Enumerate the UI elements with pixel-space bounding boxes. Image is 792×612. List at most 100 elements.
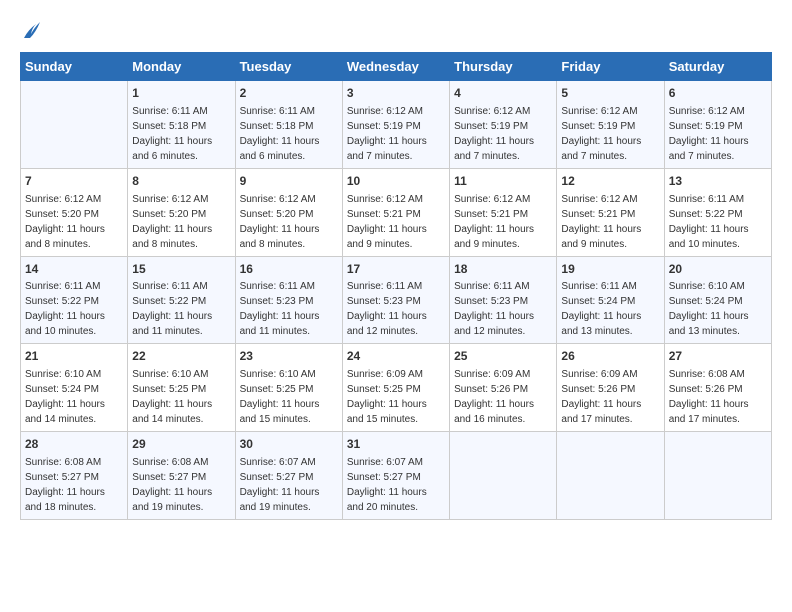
calendar-cell: 10 Sunrise: 6:12 AMSunset: 5:21 PMDayligh… (342, 168, 449, 256)
logo-text (20, 20, 40, 42)
day-info: Sunrise: 6:10 AMSunset: 5:25 PMDaylight:… (132, 369, 212, 425)
calendar-cell: 8 Sunrise: 6:12 AMSunset: 5:20 PMDaylight… (128, 168, 235, 256)
day-info: Sunrise: 6:11 AMSunset: 5:23 PMDaylight:… (240, 281, 320, 337)
day-number: 30 (240, 436, 338, 453)
calendar-cell: 26 Sunrise: 6:09 AMSunset: 5:26 PMDayligh… (557, 344, 664, 432)
day-info: Sunrise: 6:11 AMSunset: 5:18 PMDaylight:… (240, 106, 320, 162)
day-info: Sunrise: 6:12 AMSunset: 5:21 PMDaylight:… (561, 194, 641, 250)
day-info: Sunrise: 6:11 AMSunset: 5:24 PMDaylight:… (561, 281, 641, 337)
day-info: Sunrise: 6:12 AMSunset: 5:20 PMDaylight:… (132, 194, 212, 250)
calendar-cell: 6 Sunrise: 6:12 AMSunset: 5:19 PMDaylight… (664, 81, 771, 169)
day-number: 7 (25, 173, 123, 190)
calendar-cell (21, 81, 128, 169)
day-number: 3 (347, 85, 445, 102)
calendar-cell: 28Sunrise: 6:08 AMSunset: 5:27 PMDayligh… (21, 432, 128, 520)
day-info: Sunrise: 6:07 AMSunset: 5:27 PMDaylight:… (347, 457, 427, 513)
day-number: 17 (347, 261, 445, 278)
calendar-cell: 27 Sunrise: 6:08 AMSunset: 5:26 PMDayligh… (664, 344, 771, 432)
weekday-header: Monday (128, 53, 235, 81)
day-info: Sunrise: 6:09 AMSunset: 5:26 PMDaylight:… (561, 369, 641, 425)
day-info: Sunrise: 6:10 AMSunset: 5:24 PMDaylight:… (669, 281, 749, 337)
calendar-cell (664, 432, 771, 520)
calendar-cell: 5 Sunrise: 6:12 AMSunset: 5:19 PMDaylight… (557, 81, 664, 169)
day-info: Sunrise: 6:11 AMSunset: 5:23 PMDaylight:… (347, 281, 427, 337)
calendar-cell: 20Sunrise: 6:10 AMSunset: 5:24 PMDayligh… (664, 256, 771, 344)
day-number: 12 (561, 173, 659, 190)
day-info: Sunrise: 6:11 AMSunset: 5:18 PMDaylight:… (132, 106, 212, 162)
day-number: 22 (132, 348, 230, 365)
day-number: 16 (240, 261, 338, 278)
day-number: 4 (454, 85, 552, 102)
day-number: 24 (347, 348, 445, 365)
day-number: 27 (669, 348, 767, 365)
calendar-cell: 9 Sunrise: 6:12 AMSunset: 5:20 PMDaylight… (235, 168, 342, 256)
day-info: Sunrise: 6:12 AMSunset: 5:21 PMDaylight:… (454, 194, 534, 250)
calendar-cell: 24Sunrise: 6:09 AMSunset: 5:25 PMDayligh… (342, 344, 449, 432)
day-number: 14 (25, 261, 123, 278)
calendar-cell: 16 Sunrise: 6:11 AMSunset: 5:23 PMDayligh… (235, 256, 342, 344)
calendar-cell: 17 Sunrise: 6:11 AMSunset: 5:23 PMDayligh… (342, 256, 449, 344)
day-number: 9 (240, 173, 338, 190)
calendar-cell: 31Sunrise: 6:07 AMSunset: 5:27 PMDayligh… (342, 432, 449, 520)
calendar-cell: 25Sunrise: 6:09 AMSunset: 5:26 PMDayligh… (450, 344, 557, 432)
calendar-cell: 13 Sunrise: 6:11 AMSunset: 5:22 PMDayligh… (664, 168, 771, 256)
day-info: Sunrise: 6:12 AMSunset: 5:19 PMDaylight:… (669, 106, 749, 162)
day-number: 25 (454, 348, 552, 365)
day-info: Sunrise: 6:12 AMSunset: 5:21 PMDaylight:… (347, 194, 427, 250)
day-info: Sunrise: 6:08 AMSunset: 5:27 PMDaylight:… (25, 457, 105, 513)
day-info: Sunrise: 6:12 AMSunset: 5:19 PMDaylight:… (454, 106, 534, 162)
day-number: 1 (132, 85, 230, 102)
day-number: 5 (561, 85, 659, 102)
calendar-cell: 30 Sunrise: 6:07 AMSunset: 5:27 PMDayligh… (235, 432, 342, 520)
calendar-cell: 22 Sunrise: 6:10 AMSunset: 5:25 PMDayligh… (128, 344, 235, 432)
day-number: 13 (669, 173, 767, 190)
day-number: 21 (25, 348, 123, 365)
calendar-cell: 18 Sunrise: 6:11 AMSunset: 5:23 PMDayligh… (450, 256, 557, 344)
day-number: 18 (454, 261, 552, 278)
day-number: 23 (240, 348, 338, 365)
day-info: Sunrise: 6:12 AMSunset: 5:20 PMDaylight:… (25, 194, 105, 250)
day-info: Sunrise: 6:10 AMSunset: 5:25 PMDaylight:… (240, 369, 320, 425)
calendar-cell (450, 432, 557, 520)
calendar-cell: 23 Sunrise: 6:10 AMSunset: 5:25 PMDayligh… (235, 344, 342, 432)
day-info: Sunrise: 6:12 AMSunset: 5:20 PMDaylight:… (240, 194, 320, 250)
calendar-cell: 12 Sunrise: 6:12 AMSunset: 5:21 PMDayligh… (557, 168, 664, 256)
day-info: Sunrise: 6:11 AMSunset: 5:22 PMDaylight:… (669, 194, 749, 250)
calendar-cell (557, 432, 664, 520)
day-number: 6 (669, 85, 767, 102)
day-info: Sunrise: 6:12 AMSunset: 5:19 PMDaylight:… (561, 106, 641, 162)
day-number: 26 (561, 348, 659, 365)
calendar-week-row: 14Sunrise: 6:11 AMSunset: 5:22 PMDayligh… (21, 256, 772, 344)
day-number: 11 (454, 173, 552, 190)
calendar-cell: 11 Sunrise: 6:12 AMSunset: 5:21 PMDayligh… (450, 168, 557, 256)
day-info: Sunrise: 6:10 AMSunset: 5:24 PMDaylight:… (25, 369, 105, 425)
calendar-cell: 15Sunrise: 6:11 AMSunset: 5:22 PMDayligh… (128, 256, 235, 344)
calendar-cell: 21 Sunrise: 6:10 AMSunset: 5:24 PMDayligh… (21, 344, 128, 432)
day-info: Sunrise: 6:11 AMSunset: 5:23 PMDaylight:… (454, 281, 534, 337)
day-number: 2 (240, 85, 338, 102)
calendar-week-row: 1 Sunrise: 6:11 AMSunset: 5:18 PMDaylight… (21, 81, 772, 169)
calendar-cell: 19 Sunrise: 6:11 AMSunset: 5:24 PMDayligh… (557, 256, 664, 344)
logo (20, 20, 40, 42)
weekday-header: Sunday (21, 53, 128, 81)
weekday-header: Tuesday (235, 53, 342, 81)
calendar-table: SundayMondayTuesdayWednesdayThursdayFrid… (20, 52, 772, 520)
page-header (20, 20, 772, 42)
calendar-cell: 7 Sunrise: 6:12 AMSunset: 5:20 PMDaylight… (21, 168, 128, 256)
weekday-header-row: SundayMondayTuesdayWednesdayThursdayFrid… (21, 53, 772, 81)
calendar-week-row: 28Sunrise: 6:08 AMSunset: 5:27 PMDayligh… (21, 432, 772, 520)
calendar-cell: 1 Sunrise: 6:11 AMSunset: 5:18 PMDaylight… (128, 81, 235, 169)
calendar-cell: 4 Sunrise: 6:12 AMSunset: 5:19 PMDaylight… (450, 81, 557, 169)
weekday-header: Thursday (450, 53, 557, 81)
day-number: 15 (132, 261, 230, 278)
weekday-header: Friday (557, 53, 664, 81)
day-number: 29 (132, 436, 230, 453)
logo-bird-icon (22, 20, 40, 42)
day-number: 8 (132, 173, 230, 190)
day-info: Sunrise: 6:12 AMSunset: 5:19 PMDaylight:… (347, 106, 427, 162)
day-info: Sunrise: 6:08 AMSunset: 5:26 PMDaylight:… (669, 369, 749, 425)
day-number: 10 (347, 173, 445, 190)
day-info: Sunrise: 6:07 AMSunset: 5:27 PMDaylight:… (240, 457, 320, 513)
day-number: 19 (561, 261, 659, 278)
calendar-cell: 2 Sunrise: 6:11 AMSunset: 5:18 PMDaylight… (235, 81, 342, 169)
